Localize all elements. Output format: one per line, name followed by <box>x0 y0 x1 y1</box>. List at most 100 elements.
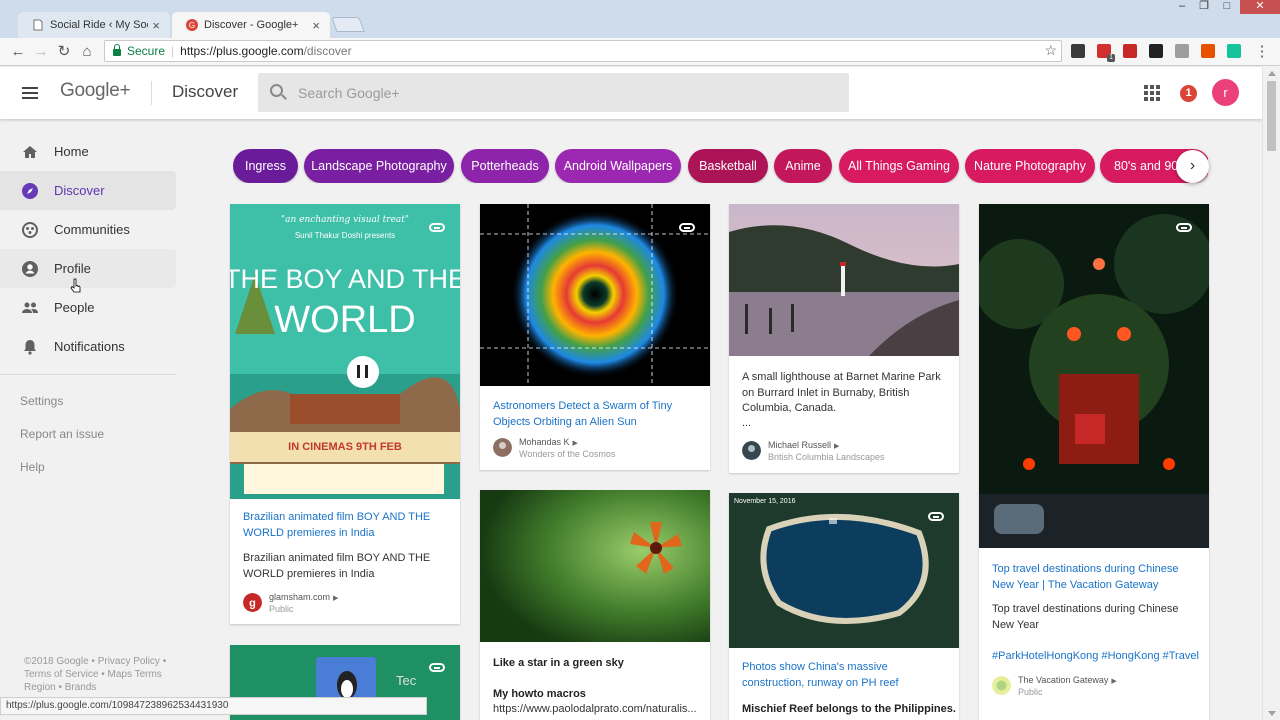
link-icon <box>429 223 445 232</box>
report-issue-link[interactable]: Report an issue <box>0 418 180 451</box>
sidebar-item-home[interactable]: Home <box>0 132 176 171</box>
chip-nature-photography[interactable]: Nature Photography <box>965 149 1095 183</box>
chip-landscape-photography[interactable]: Landscape Photography <box>304 149 454 183</box>
reef-satellite-image: November 15, 2016 <box>729 493 959 648</box>
michael-russell-avatar[interactable] <box>742 441 761 460</box>
chip-label: All Things Gaming <box>848 159 950 173</box>
boy-world-poster-image: "an enchanting visual treat" Sunil Thaku… <box>230 204 460 499</box>
browser-menu-icon[interactable]: ⋮ <box>1252 42 1272 62</box>
sidebar-item-label: Home <box>54 144 89 159</box>
account-avatar[interactable]: r <box>1212 79 1239 106</box>
communities-icon <box>22 221 38 238</box>
chip-potterheads[interactable]: Potterheads <box>461 149 549 183</box>
profile-icon <box>22 260 38 277</box>
page-scrollbar[interactable] <box>1262 67 1280 720</box>
reload-icon[interactable]: ↻ <box>54 42 74 62</box>
mohandas-avatar[interactable] <box>493 438 512 457</box>
puzzle-icon[interactable] <box>1201 44 1215 58</box>
search-box[interactable] <box>258 73 849 112</box>
post-card-star-flower[interactable]: Like a star in a green sky My howto macr… <box>480 490 710 720</box>
tab-close-icon[interactable]: × <box>152 18 160 33</box>
glamsham-avatar[interactable]: g <box>243 593 262 612</box>
home-browser-icon[interactable]: ⌂ <box>77 42 97 62</box>
notifications-badge[interactable]: 1 <box>1180 85 1197 102</box>
tab-close-icon[interactable]: × <box>312 18 320 33</box>
extension-badge: 1 <box>1107 54 1115 62</box>
scroll-up-arrow-icon[interactable] <box>1268 71 1276 76</box>
window-button[interactable]: ❐ <box>1194 0 1214 14</box>
restore-button[interactable]: □ <box>1216 0 1238 14</box>
bookmark-star-icon[interactable]: ☆ <box>1044 42 1057 59</box>
back-icon[interactable]: ← <box>8 42 28 62</box>
post-card-reef[interactable]: November 15, 2016 Photos show China's ma… <box>729 493 959 720</box>
status-bar-url: https://plus.google.com/1098472389625344… <box>0 697 427 715</box>
sidebar-footer: ©2018 Google • Privacy Policy • Terms of… <box>24 655 174 694</box>
grammarly-icon[interactable] <box>1227 44 1241 58</box>
card-title[interactable]: Brazilian animated film BOY AND THE WORL… <box>243 510 448 541</box>
sidebar-item-profile[interactable]: Profile <box>0 249 176 288</box>
chip-android-wallpapers[interactable]: Android Wallpapers <box>555 149 681 183</box>
sidebar-item-notifications[interactable]: Notifications <box>0 327 176 366</box>
sidebar-item-communities[interactable]: Communities <box>0 210 176 249</box>
scroll-thumb[interactable] <box>1267 81 1276 151</box>
chip-anime[interactable]: Anime <box>774 149 832 183</box>
minimize-button[interactable]: – <box>1172 0 1192 14</box>
pdf-icon[interactable] <box>1071 44 1085 58</box>
card-title[interactable]: Top travel destinations during Chinese N… <box>992 562 1197 593</box>
cloud-icon[interactable] <box>1175 44 1189 58</box>
post-link[interactable]: https://www.paolodalprato.com/naturalis.… <box>493 702 703 718</box>
forward-icon[interactable]: → <box>31 42 51 62</box>
help-link[interactable]: Help <box>0 451 180 484</box>
post-card-boy-world[interactable]: "an enchanting visual treat" Sunil Thaku… <box>230 204 460 624</box>
author-community[interactable]: Wonders of the Cosmos <box>519 449 615 459</box>
author-name[interactable]: Michael Russell ▶ <box>768 440 839 450</box>
lastpass-icon[interactable] <box>1123 44 1137 58</box>
google-plus-logo[interactable]: Google+ <box>60 80 131 102</box>
address-bar[interactable]: Secure | https://plus.google.com /discov… <box>104 40 1062 62</box>
home-icon <box>23 145 37 158</box>
compass-icon <box>22 182 38 199</box>
card-text: Mischief Reef belongs to the Philippines… <box>742 703 956 715</box>
author-name[interactable]: The Vacation Gateway ▶ <box>1018 675 1117 685</box>
card-text: Brazilian animated film BOY AND THE WORL… <box>243 552 431 580</box>
sidebar-divider <box>0 374 176 375</box>
browser-tab-discover[interactable]: G Discover - Google+ × <box>172 12 330 38</box>
chip-label: Nature Photography <box>974 159 1086 173</box>
link-icon <box>429 663 445 672</box>
footer-line[interactable]: Region • Brands <box>24 681 174 694</box>
chip-ingress[interactable]: Ingress <box>233 149 298 183</box>
post-card-astronomers[interactable]: Astronomers Detect a Swarm of Tiny Objec… <box>480 204 710 470</box>
browser-tab-social-ride[interactable]: Social Ride ‹ My Socialric × <box>18 12 170 38</box>
chip-basketball[interactable]: Basketball <box>688 149 768 183</box>
close-window-button[interactable]: ✕ <box>1240 0 1280 14</box>
chip-all-things-gaming[interactable]: All Things Gaming <box>839 149 959 183</box>
post-card-travel[interactable]: Top travel destinations during Chinese N… <box>979 204 1209 720</box>
hashtags[interactable]: #ParkHotelHongKong #HongKong #Travel <box>992 649 1207 665</box>
sidebar-item-people[interactable]: People <box>0 288 176 327</box>
vacation-gateway-avatar[interactable] <box>992 676 1011 695</box>
settings-link[interactable]: Settings <box>0 385 180 418</box>
author-name[interactable]: glamsham.com ▶ <box>269 592 338 602</box>
main-menu-icon[interactable] <box>22 87 38 99</box>
link-icon <box>1176 223 1192 232</box>
card-title[interactable]: Astronomers Detect a Swarm of Tiny Objec… <box>493 399 698 430</box>
poster-release: IN CINEMAS 9TH FEB <box>288 441 402 453</box>
debris-disk-heatmap-image <box>480 204 710 386</box>
footer-line[interactable]: ©2018 Google • Privacy Policy • <box>24 655 174 668</box>
apps-grid-icon[interactable] <box>1144 85 1160 101</box>
tech-watermark: Tec <box>396 673 417 688</box>
card-title[interactable]: Photos show China's massive construction… <box>742 660 947 691</box>
post-card-lighthouse[interactable]: A small lighthouse at Barnet Marine Park… <box>729 204 959 473</box>
scroll-down-arrow-icon[interactable] <box>1268 711 1276 716</box>
footer-line[interactable]: Terms of Service • Maps Terms <box>24 668 174 681</box>
chips-next-chevron-icon[interactable]: › <box>1176 150 1209 183</box>
author-community[interactable]: British Columbia Landscapes <box>768 452 885 462</box>
svg-text:G: G <box>189 21 195 30</box>
opera-icon[interactable]: 1 <box>1097 44 1115 62</box>
author-name[interactable]: Mohandas K ▶ <box>519 437 578 447</box>
shield-icon[interactable] <box>1149 44 1163 58</box>
card-title[interactable]: Like a star in a green sky <box>493 657 624 669</box>
sidebar-item-discover[interactable]: Discover <box>0 171 176 210</box>
search-input[interactable] <box>298 73 838 112</box>
new-tab-button[interactable] <box>331 17 365 32</box>
